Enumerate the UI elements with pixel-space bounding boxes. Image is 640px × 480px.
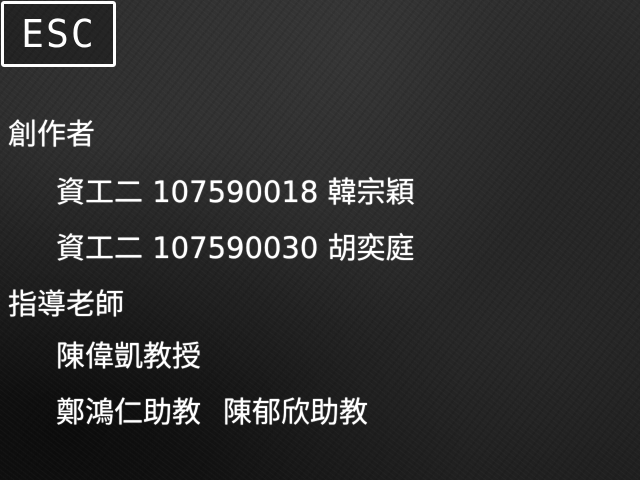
advisor-name: 鄭鴻仁助教 [56,395,202,429]
creator-entry: 資工二 107590030 胡奕庭 [56,230,415,266]
creator-name: 胡奕庭 [327,231,415,265]
creators-heading: 創作者 [8,117,96,151]
creator-name: 韓宗穎 [327,175,415,209]
creator-dept: 資工二 [56,231,144,265]
advisor-name: 陳偉凱教授 [56,339,202,373]
creator-id: 107590030 [152,231,319,265]
esc-button-label: ESC [21,12,96,56]
creator-dept: 資工二 [56,175,144,209]
credits-screen: ESC 創作者 資工二 107590018 韓宗穎 資工二 107590030 … [0,0,640,480]
esc-button[interactable]: ESC [1,1,116,67]
creator-entry: 資工二 107590018 韓宗穎 [56,174,415,210]
advisor-name: 陳郁欣助教 [223,395,369,429]
advisor-entry: 鄭鴻仁助教 陳郁欣助教 [56,394,368,430]
advisor-entry: 陳偉凱教授 [56,338,201,374]
advisors-heading: 指導老師 [8,287,125,321]
creator-id: 107590018 [152,175,319,209]
